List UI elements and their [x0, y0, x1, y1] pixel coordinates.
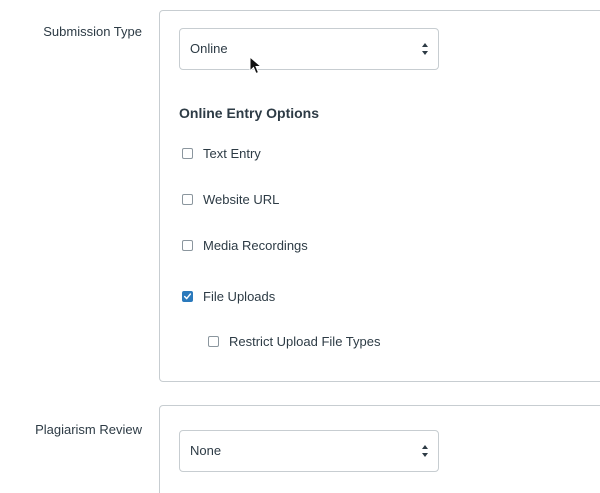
text-entry-label: Text Entry	[203, 145, 261, 161]
restrict-upload-file-types-checkbox[interactable]	[208, 335, 219, 347]
up-down-arrows-icon	[422, 445, 428, 457]
online-entry-options-heading: Online Entry Options	[179, 105, 320, 121]
submission-type-select[interactable]: Online	[179, 28, 439, 70]
submission-type-select-value: Online	[190, 41, 228, 56]
plagiarism-review-select-value: None	[190, 443, 222, 458]
plagiarism-review-select[interactable]: None	[179, 430, 439, 472]
file-uploads-label: File Uploads	[203, 288, 276, 304]
restrict-upload-file-types-label: Restrict Upload File Types	[229, 333, 381, 349]
plagiarism-review-label: Plagiarism Review	[35, 422, 142, 437]
plagiarism-review-panel: None	[159, 405, 600, 493]
media-recordings-checkbox[interactable]	[182, 239, 193, 251]
assignment-settings-form: Submission Type Online Online Entry Opti…	[0, 0, 600, 493]
checkmark-icon	[183, 292, 192, 299]
media-recordings-option[interactable]: Media Recordings	[182, 236, 308, 254]
text-entry-option[interactable]: Text Entry	[182, 144, 261, 162]
file-uploads-checkbox[interactable]	[182, 290, 193, 302]
file-uploads-option[interactable]: File Uploads	[182, 287, 275, 305]
website-url-label: Website URL	[203, 191, 280, 207]
website-url-option[interactable]: Website URL	[182, 190, 279, 208]
media-recordings-label: Media Recordings	[203, 237, 308, 253]
text-entry-checkbox[interactable]	[182, 147, 193, 159]
submission-type-panel: Online Online Entry Options Text Entry W…	[159, 10, 600, 382]
restrict-upload-file-types-option[interactable]: Restrict Upload File Types	[208, 332, 381, 350]
website-url-checkbox[interactable]	[182, 193, 193, 205]
up-down-arrows-icon	[422, 43, 428, 55]
submission-type-label: Submission Type	[43, 24, 142, 39]
